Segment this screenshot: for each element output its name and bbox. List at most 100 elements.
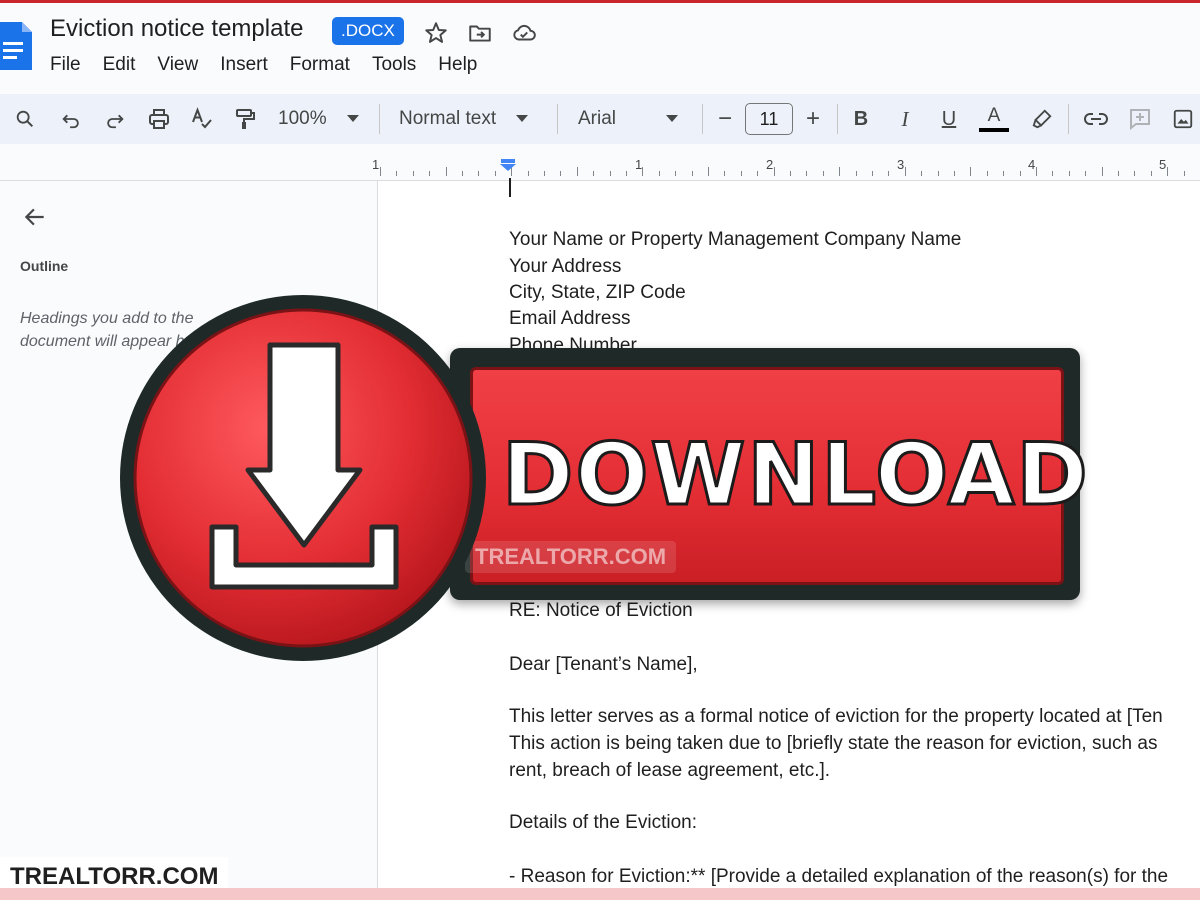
doc-line[interactable]: - Reason for Eviction:** [Provide a deta… <box>509 866 1168 888</box>
print-button[interactable] <box>144 94 174 144</box>
doc-line[interactable]: Your Address <box>509 256 621 278</box>
underline-button[interactable]: U <box>936 94 962 144</box>
ruler-tick <box>724 171 725 176</box>
menu-format[interactable]: Format <box>290 54 361 76</box>
print-icon <box>149 109 169 129</box>
increase-font-size-button[interactable]: + <box>800 94 826 144</box>
ruler-label: 3 <box>897 157 905 172</box>
bold-button[interactable]: B <box>848 94 874 144</box>
menu-bar: File Edit View Insert Format Tools Help <box>50 54 499 76</box>
ruler-tick <box>1003 171 1004 176</box>
ruler-tick <box>1167 167 1168 176</box>
ruler-tick <box>1184 171 1185 176</box>
ruler-tick <box>987 171 988 176</box>
ruler-tick <box>741 171 742 176</box>
ruler-tick <box>708 167 709 176</box>
spellcheck-button[interactable] <box>187 94 217 144</box>
top-accent-line <box>0 0 1200 3</box>
paragraph-style-select[interactable]: Normal text <box>399 94 544 144</box>
ruler-tick <box>478 171 479 176</box>
ruler-tick <box>577 167 578 176</box>
doc-line[interactable]: Your Name or Property Management Company… <box>509 229 961 251</box>
ruler-tick <box>872 171 873 176</box>
ruler-tick <box>659 171 660 176</box>
ruler-tick <box>413 171 414 176</box>
doc-line[interactable]: This letter serves as a formal notice of… <box>509 706 1163 728</box>
add-comment-button[interactable] <box>1124 94 1156 144</box>
undo-button[interactable] <box>56 94 86 144</box>
italic-button[interactable]: I <box>892 94 918 144</box>
font-value: Arial <box>578 108 617 129</box>
menu-tools[interactable]: Tools <box>372 54 427 76</box>
toolbar-divider <box>557 104 558 134</box>
ruler-tick <box>1134 171 1135 176</box>
ruler-tick <box>938 171 939 176</box>
ruler-label: 2 <box>766 157 774 172</box>
zoom-select[interactable]: 100% <box>278 94 368 144</box>
download-icon <box>120 295 486 661</box>
menu-edit[interactable]: Edit <box>103 54 147 76</box>
ruler-tick <box>610 171 611 176</box>
menu-view[interactable]: View <box>157 54 209 76</box>
move-folder-icon[interactable] <box>467 20 493 46</box>
highlight-color-button[interactable] <box>1028 94 1056 144</box>
zoom-value: 100% <box>278 108 327 129</box>
doc-line[interactable]: rent, breach of lease agreement, etc.]. <box>509 760 830 782</box>
indent-marker-icon[interactable] <box>499 159 517 171</box>
font-size-input[interactable]: 11 <box>745 103 793 135</box>
ruler-tick <box>806 171 807 176</box>
highlighter-icon <box>1032 109 1052 129</box>
paint-format-button[interactable] <box>230 94 260 144</box>
ruler-tick <box>593 171 594 176</box>
ruler-tick <box>1069 171 1070 176</box>
ruler-tick <box>1151 171 1152 176</box>
ruler-tick <box>626 171 627 176</box>
doc-line[interactable]: Details of the Eviction: <box>509 812 697 834</box>
star-icon[interactable] <box>423 20 449 46</box>
doc-line[interactable]: This action is being taken due to [brief… <box>509 733 1157 755</box>
toolbar-divider <box>837 104 838 134</box>
back-arrow-icon[interactable] <box>22 204 48 230</box>
insert-link-button[interactable] <box>1080 94 1112 144</box>
text-cursor <box>509 178 511 197</box>
ruler[interactable] <box>0 150 1200 181</box>
ruler-tick <box>429 171 430 176</box>
doc-title[interactable]: Eviction notice template <box>50 15 303 43</box>
download-label: DOWNLOAD <box>501 424 1090 527</box>
download-banner[interactable]: DOWNLOAD TREALTORR.COM <box>120 295 1089 665</box>
ruler-tick <box>1020 171 1021 176</box>
ruler-tick <box>495 171 496 176</box>
redo-button[interactable] <box>100 94 130 144</box>
insert-image-button[interactable] <box>1168 94 1198 144</box>
file-type-badge: .DOCX <box>332 17 404 45</box>
menu-help[interactable]: Help <box>438 54 488 76</box>
toolbar-divider <box>379 104 380 134</box>
decrease-font-size-button[interactable]: − <box>712 94 738 144</box>
ruler-tick <box>1052 171 1053 176</box>
docs-logo-icon[interactable] <box>0 22 32 70</box>
paint-format-icon <box>236 109 255 129</box>
chevron-down-icon <box>346 115 359 122</box>
ruler-tick <box>446 167 447 176</box>
font-select[interactable]: Arial <box>578 94 688 144</box>
ruler-label: 1 <box>372 157 380 172</box>
link-icon <box>1084 113 1108 125</box>
menu-insert[interactable]: Insert <box>220 54 279 76</box>
ruler-tick <box>692 171 693 176</box>
style-value: Normal text <box>399 108 497 129</box>
ruler-tick <box>1118 171 1119 176</box>
text-color-button[interactable]: A <box>978 94 1010 144</box>
toolbar-divider <box>1068 104 1069 134</box>
ruler-tick <box>774 167 775 176</box>
ruler-tick <box>675 171 676 176</box>
cloud-saved-icon[interactable] <box>511 20 537 46</box>
bottom-strip <box>0 888 1200 900</box>
ruler-tick <box>757 171 758 176</box>
search-menus-button[interactable] <box>10 94 40 144</box>
chevron-down-icon <box>666 115 679 122</box>
ruler-tick <box>856 171 857 176</box>
ruler-label: 1 <box>635 157 643 172</box>
menu-file[interactable]: File <box>50 54 92 76</box>
ruler-tick <box>1036 167 1037 176</box>
undo-icon <box>62 114 79 129</box>
